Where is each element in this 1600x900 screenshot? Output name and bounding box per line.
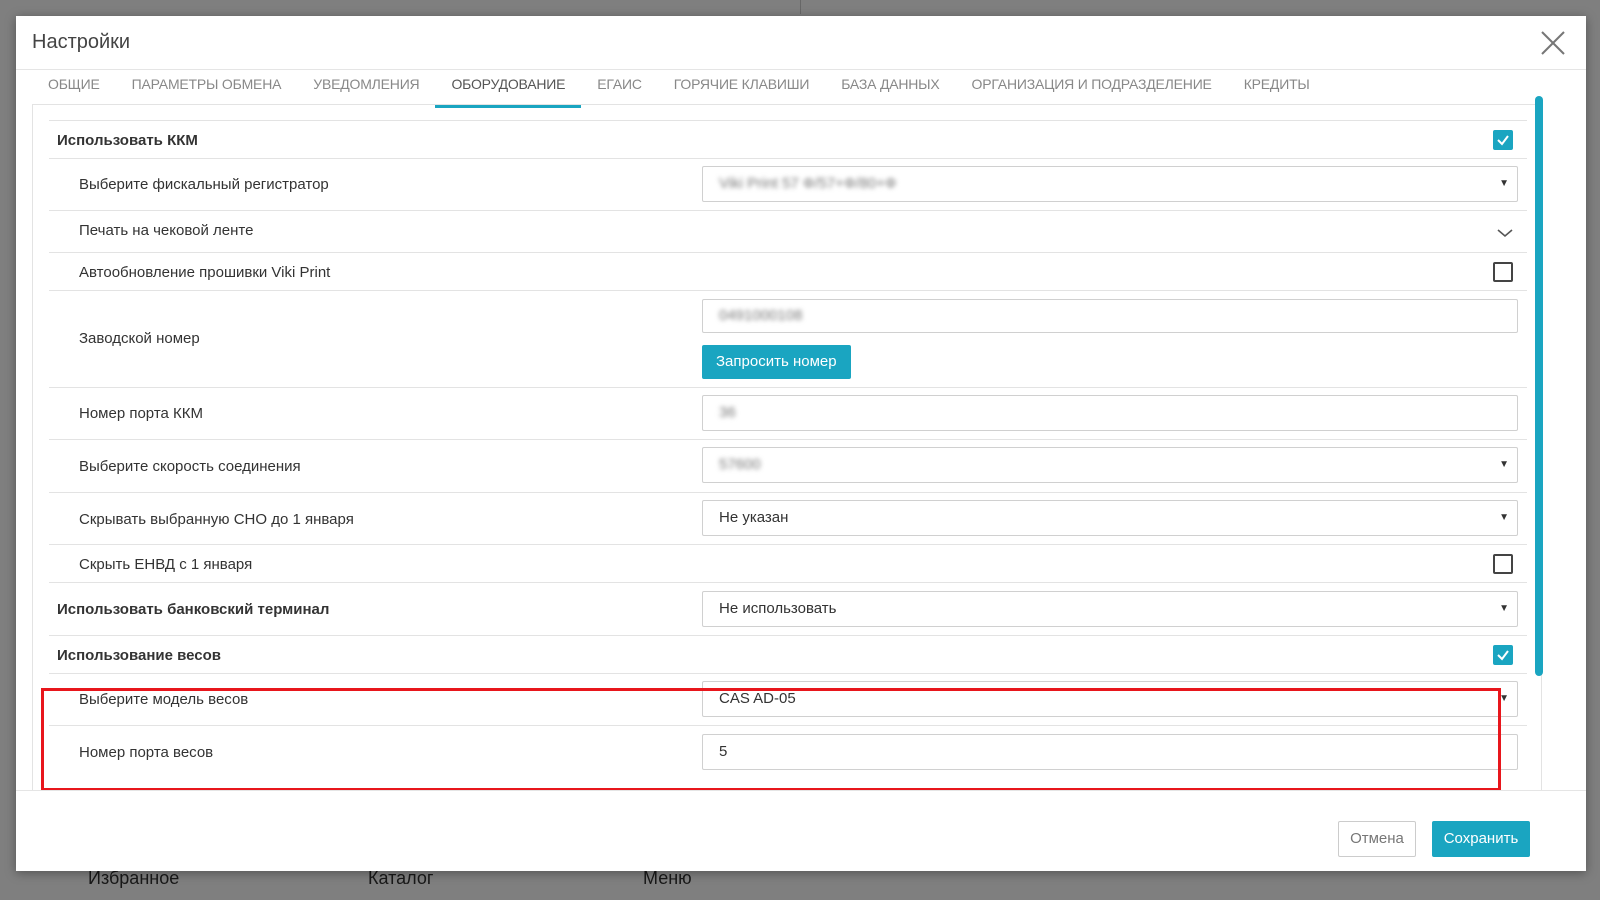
fiscal-registrar-select[interactable]: Viki Print 57 Ф/57+Ф/80+Ф ▼: [702, 166, 1518, 202]
scale-port-input[interactable]: 5: [702, 734, 1518, 770]
bank-terminal-label: Использовать банковский терминал: [57, 601, 330, 618]
row-scale-port: Номер порта весов 5: [49, 725, 1527, 777]
scale-port-value: 5: [719, 743, 728, 760]
row-kkm-port: Номер порта ККМ 36: [49, 387, 1527, 439]
row-hide-sno: Скрывать выбранную СНО до 1 января Не ук…: [49, 492, 1527, 544]
serial-number-value: 0491000108: [719, 307, 803, 324]
close-button[interactable]: [1538, 28, 1568, 58]
dropdown-caret-icon: ▼: [1499, 178, 1509, 189]
row-fiscal-registrar: Выберите фискальный регистратор Viki Pri…: [49, 158, 1527, 210]
scrollbar-thumb[interactable]: [1535, 96, 1543, 676]
checkmark-icon: [1497, 135, 1509, 146]
settings-tabs: Общие Параметры обмена Уведомления Обору…: [32, 70, 1326, 108]
tab-database[interactable]: База данных: [825, 70, 955, 108]
request-number-button[interactable]: Запросить номер: [702, 345, 851, 379]
viki-autoupdate-checkbox[interactable]: [1493, 262, 1513, 282]
row-use-kkm: Использовать ККМ: [49, 120, 1527, 158]
row-serial-number: Заводской номер 0491000108 Запросить ном…: [49, 290, 1527, 387]
tab-notifications[interactable]: Уведомления: [297, 70, 435, 108]
cancel-button[interactable]: Отмена: [1338, 821, 1416, 857]
use-kkm-label: Использовать ККМ: [57, 132, 198, 149]
row-baud-rate: Выберите скорость соединения 57600 ▼: [49, 439, 1527, 492]
modal-title: Настройки: [32, 31, 131, 53]
kkm-port-value: 36: [719, 404, 736, 421]
hide-sno-select[interactable]: Не указан ▼: [702, 500, 1518, 536]
row-bank-terminal: Использовать банковский терминал Не испо…: [49, 582, 1527, 635]
baud-rate-value: 57600: [719, 456, 761, 473]
checkmark-icon: [1497, 650, 1509, 661]
chevron-down-icon[interactable]: [1495, 227, 1515, 239]
dropdown-caret-icon: ▼: [1499, 603, 1509, 614]
use-kkm-checkbox[interactable]: [1493, 130, 1513, 150]
hide-envd-label: Скрыть ЕНВД с 1 января: [79, 556, 253, 573]
fiscal-registrar-label: Выберите фискальный регистратор: [79, 176, 329, 193]
fiscal-registrar-value: Viki Print 57 Ф/57+Ф/80+Ф: [719, 175, 897, 192]
modal-footer: Отмена Сохранить: [16, 790, 1586, 871]
scale-model-label: Выберите модель весов: [79, 691, 249, 708]
hide-sno-value: Не указан: [719, 509, 789, 526]
viki-autoupdate-label: Автообновление прошивки Viki Print: [79, 264, 331, 281]
bank-terminal-value: Не использовать: [719, 600, 837, 617]
row-hide-envd: Скрыть ЕНВД с 1 января: [49, 544, 1527, 582]
bank-terminal-select[interactable]: Не использовать ▼: [702, 591, 1518, 627]
save-button[interactable]: Сохранить: [1432, 821, 1530, 857]
dropdown-caret-icon: ▼: [1499, 693, 1509, 704]
settings-modal: Настройки Общие Параметры обмена Уведомл…: [16, 16, 1586, 871]
kkm-port-input[interactable]: 36: [702, 395, 1518, 431]
dropdown-caret-icon: ▼: [1499, 512, 1509, 523]
tab-exchange-params[interactable]: Параметры обмена: [116, 70, 298, 108]
row-receipt-print: Печать на чековой ленте: [49, 210, 1527, 252]
scale-model-value: CAS AD-05: [719, 690, 796, 707]
tab-equipment[interactable]: Оборудование: [435, 70, 582, 108]
baud-rate-select[interactable]: 57600 ▼: [702, 447, 1518, 483]
tab-organization[interactable]: Организация и подразделение: [956, 70, 1228, 108]
use-scales-label: Использование весов: [57, 647, 222, 664]
row-viki-autoupdate: Автообновление прошивки Viki Print: [49, 252, 1527, 290]
hide-sno-label: Скрывать выбранную СНО до 1 января: [79, 511, 354, 528]
serial-number-label: Заводской номер: [79, 330, 200, 347]
equipment-settings-panel: Использовать ККМ Выберите фискальный рег…: [32, 104, 1542, 804]
baud-rate-label: Выберите скорость соединения: [79, 458, 301, 475]
tab-egais[interactable]: ЕГАИС: [581, 70, 658, 108]
tab-general[interactable]: Общие: [32, 70, 116, 108]
scale-model-select[interactable]: CAS AD-05 ▼: [702, 681, 1518, 717]
tab-credits[interactable]: Кредиты: [1228, 70, 1326, 108]
kkm-port-label: Номер порта ККМ: [79, 405, 203, 422]
hide-envd-checkbox[interactable]: [1493, 554, 1513, 574]
modal-header: Настройки: [16, 16, 1586, 70]
row-use-scales: Использование весов: [49, 635, 1527, 673]
row-scale-model: Выберите модель весов CAS AD-05 ▼: [49, 673, 1527, 725]
use-scales-checkbox[interactable]: [1493, 645, 1513, 665]
tab-hotkeys[interactable]: Горячие клавиши: [658, 70, 825, 108]
serial-number-input[interactable]: 0491000108: [702, 299, 1518, 333]
close-icon: [1541, 31, 1565, 55]
receipt-print-label: Печать на чековой ленте: [79, 222, 254, 239]
dropdown-caret-icon: ▼: [1499, 459, 1509, 470]
settings-rows: Использовать ККМ Выберите фискальный рег…: [49, 120, 1527, 777]
scale-port-label: Номер порта весов: [79, 744, 214, 761]
